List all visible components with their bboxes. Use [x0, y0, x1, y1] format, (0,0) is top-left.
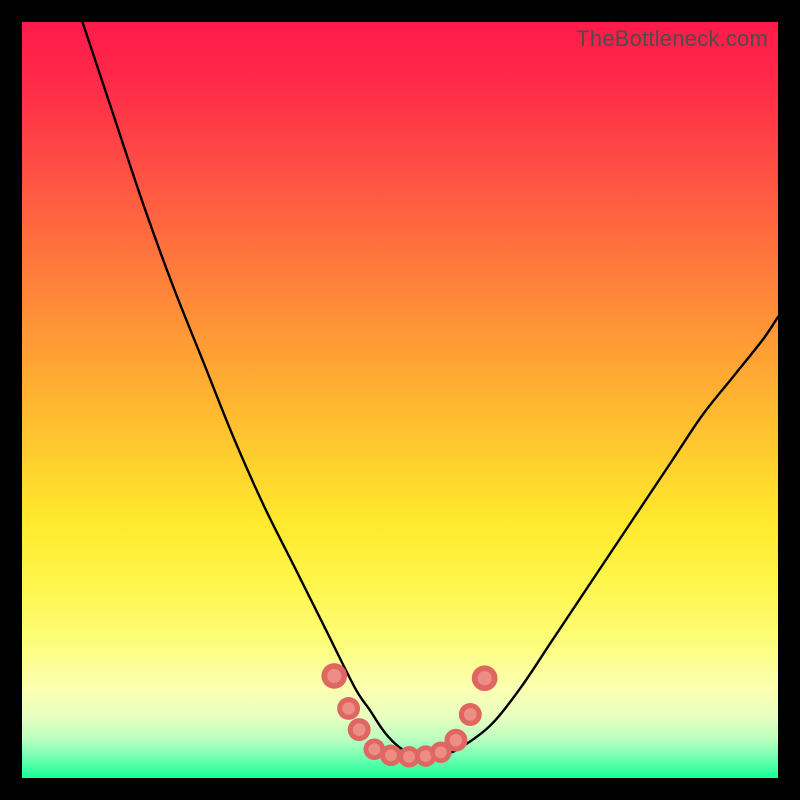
valley-marker: [472, 665, 498, 691]
bottleneck-curve: [82, 22, 778, 756]
plot-frame: TheBottleneck.com: [22, 22, 778, 778]
chart-svg: [22, 22, 778, 778]
valley-marker: [459, 703, 482, 726]
valley-marker: [444, 729, 467, 752]
valley-marker: [321, 663, 347, 689]
valley-marker: [348, 718, 371, 741]
valley-markers: [321, 663, 497, 768]
valley-marker: [337, 697, 360, 720]
